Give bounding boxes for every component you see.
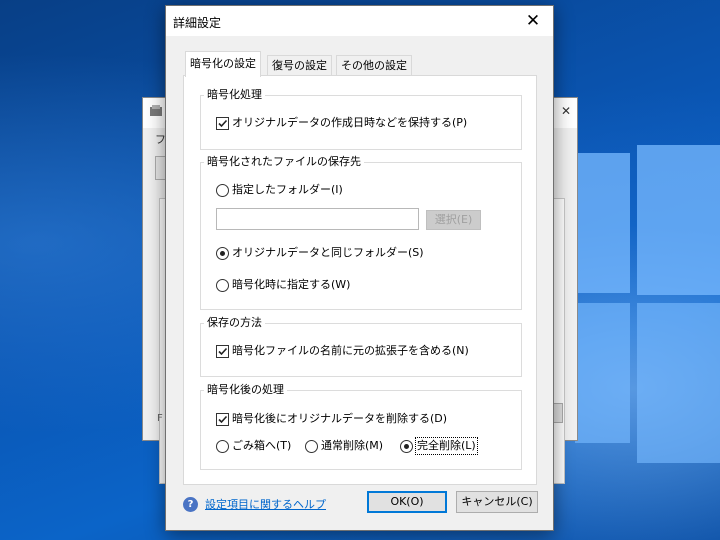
dialog-titlebar: 詳細設定 ✕ [166,6,553,36]
close-icon: ✕ [525,11,541,31]
tab-decryption[interactable]: 復号の設定 [267,55,332,76]
app-icon [150,105,162,116]
radio-button[interactable] [216,440,229,453]
radio-dot [404,444,409,449]
radio-label: 通常削除(M) [321,439,384,452]
group-save-method: 保存の方法 暗号化ファイルの名前に元の拡張子を含める(N) [200,315,522,377]
radio-button[interactable] [216,247,229,260]
radio-dot [220,251,225,256]
button-label: OK(O) [390,495,424,508]
check-icon [218,415,228,424]
close-button[interactable]: ✕ [513,6,553,36]
checkbox-label: 暗号化後にオリジナルデータを削除する(D) [232,412,448,425]
group-title: 暗号化処理 [204,87,265,103]
help-icon[interactable]: ? [183,497,198,512]
radio-label: オリジナルデータと同じフォルダー(S) [232,246,424,259]
checkbox-label: 暗号化ファイルの名前に元の拡張子を含める(N) [232,344,469,357]
radio-label: 完全削除(L) [415,437,478,455]
folder-path-input[interactable] [216,208,419,230]
tab-label: 暗号化の設定 [190,57,256,70]
group-encryption: 暗号化処理 オリジナルデータの作成日時などを保持する(P) [200,87,522,150]
radio-label: 指定したフォルダー(I) [232,183,343,196]
check-icon [218,119,228,128]
group-title: 保存の方法 [204,315,265,331]
radio-button[interactable] [305,440,318,453]
tab-encryption[interactable]: 暗号化の設定 [185,51,261,77]
tab-label: その他の設定 [341,59,407,72]
parent-close-icon[interactable]: ✕ [561,104,571,118]
cancel-button[interactable]: キャンセル(C) [456,491,538,513]
check-icon [218,347,228,356]
tab-panel-encryption: 暗号化処理 オリジナルデータの作成日時などを保持する(P) 暗号化されたファイル… [183,75,537,485]
radio-label: ごみ箱へ(T) [232,439,292,452]
radio-button[interactable] [216,279,229,292]
checkbox-label: オリジナルデータの作成日時などを保持する(P) [232,116,468,129]
group-title: 暗号化されたファイルの保存先 [204,154,364,170]
radio-button[interactable] [400,440,413,453]
windows-logo-light [575,145,720,475]
parent-side-button[interactable] [553,403,563,423]
radio-button[interactable] [216,184,229,197]
dialog-title: 詳細設定 [173,16,222,30]
select-folder-button[interactable]: 選択(E) [426,210,481,230]
radio-label: 暗号化時に指定する(W) [232,278,351,291]
button-label: 選択(E) [434,213,473,226]
button-label: キャンセル(C) [461,495,533,508]
settings-dialog: 詳細設定 ✕ 暗号化の設定 復号の設定 その他の設定 暗号化処理 オリジナルデー… [165,5,554,531]
checkbox-box[interactable] [216,413,229,426]
group-save-location: 暗号化されたファイルの保存先 指定したフォルダー(I) 選択(E) オリジナルデ… [200,154,522,310]
group-title: 暗号化後の処理 [204,382,287,398]
ok-button[interactable]: OK(O) [367,491,447,513]
parent-status-text: F [157,413,163,424]
help-link[interactable]: 設定項目に関するヘルプ [205,497,326,513]
tab-label: 復号の設定 [272,59,327,72]
group-post-processing: 暗号化後の処理 暗号化後にオリジナルデータを削除する(D) ごみ箱へ(T) 通常… [200,382,522,470]
checkbox-box[interactable] [216,345,229,358]
checkbox-box[interactable] [216,117,229,130]
tab-other[interactable]: その他の設定 [336,55,412,76]
